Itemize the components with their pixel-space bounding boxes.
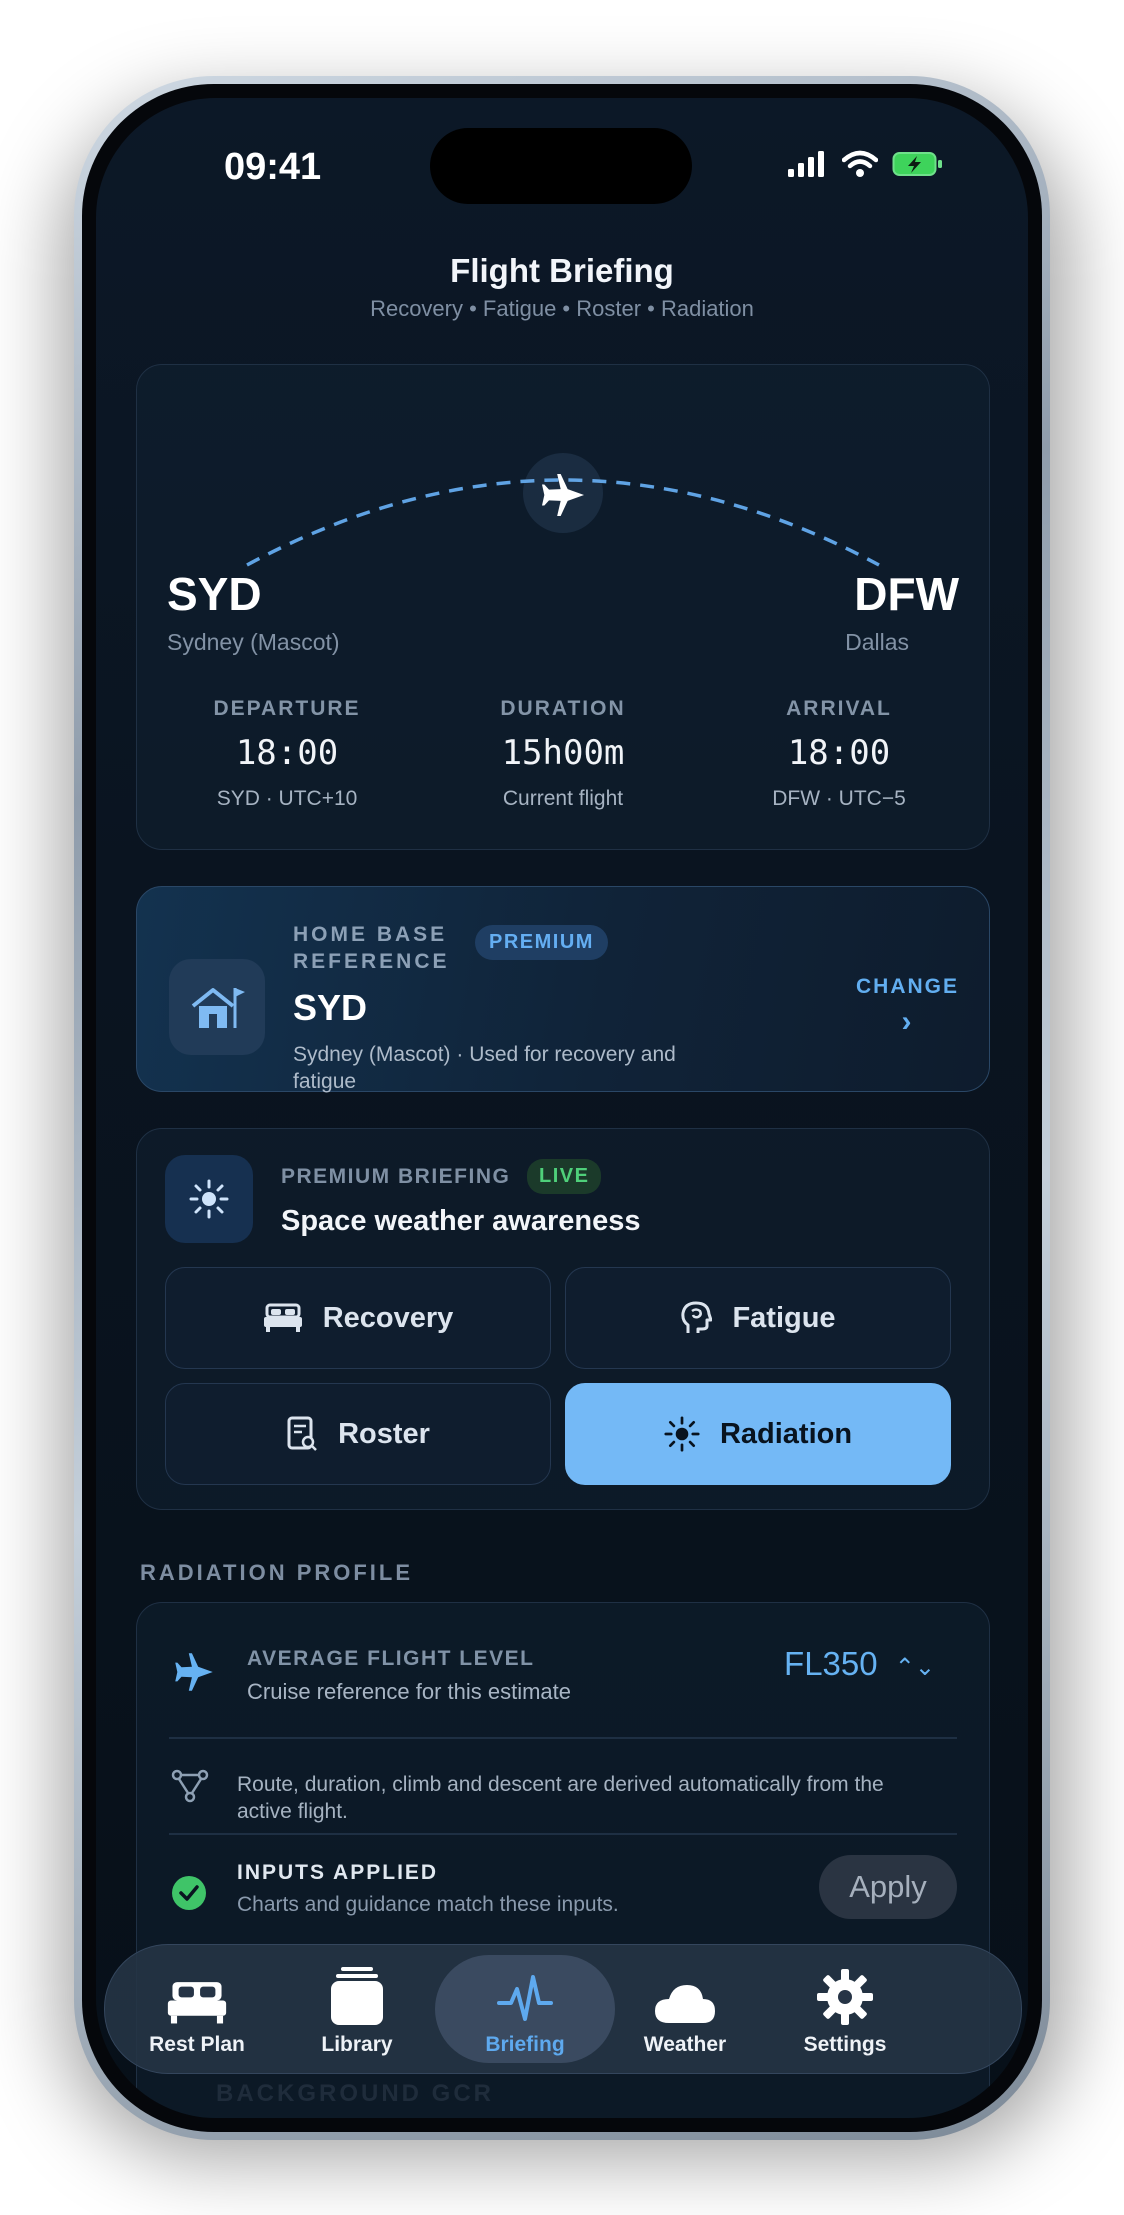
gear-icon [817,1969,873,2025]
flight-level-picker[interactable]: FL350 ⌃⌄ [784,1645,935,1683]
tab-roster[interactable]: Roster [165,1383,551,1485]
tabbar-label: Library [321,2033,393,2056]
premium-briefing-label: PREMIUM BRIEFING [281,1165,511,1188]
screen: 09:41 Flight Briefing Recovery • Fatigue… [96,98,1028,2118]
home-base-code: SYD [293,987,368,1028]
tabbar-item-library[interactable]: Library [277,1945,437,2073]
tab-recovery-label: Recovery [322,1301,454,1334]
arrival-note: DFW · UTC−5 [772,787,906,810]
inputs-applied-label: INPUTS APPLIED [237,1861,439,1884]
duration-note: Current flight [502,787,624,810]
home-flag-icon [191,988,245,1028]
departure-label: DEPARTURE [213,697,361,720]
tab-radiation-label: Radiation [719,1417,853,1450]
home-base-label: HOME BASE REFERENCE [293,921,450,975]
home-base-card[interactable]: HOME BASE REFERENCE PREMIUM SYD Sydney (… [136,886,990,1093]
departure-note: SYD · UTC+10 [216,787,358,810]
destination-city: Dallas [845,629,909,655]
home-base-label-line2: REFERENCE [293,950,450,973]
tabbar-label: Settings [803,2033,887,2056]
bed-icon [263,1303,302,1332]
home-base-icon-box [169,959,265,1055]
status-time: 09:41 [224,146,322,188]
chevron-right-icon: › [901,1005,914,1038]
sun-icon-box [165,1155,253,1243]
arrival-label: ARRIVAL [786,697,892,720]
tabbar-item-weather[interactable]: Weather [605,1945,765,2073]
tab-fatigue[interactable]: Fatigue [565,1267,951,1369]
airplane-icon [175,1653,213,1691]
tab-fatigue-label: Fatigue [732,1301,836,1334]
route-nodes-icon [171,1769,209,1803]
page-title: Flight Briefing [450,252,674,289]
route-note: Route, duration, climb and descent are d… [237,1773,884,1823]
briefing-title: Space weather awareness [281,1205,641,1237]
tab-roster-label: Roster [338,1417,430,1450]
tab-radiation[interactable]: Radiation [565,1383,951,1485]
departure-time: 18:00 [235,733,339,773]
origin-city: Sydney (Mascot) [167,629,340,655]
tab-recovery[interactable]: Recovery [165,1267,551,1369]
section-title-radiation-profile: RADIATION PROFILE [140,1560,414,1585]
arrival-time: 18:00 [787,733,891,773]
divider [169,1833,957,1835]
bed-icon [167,1982,227,2024]
apply-button[interactable]: Apply [819,1855,957,1919]
duration-value: 15h00m [501,733,625,773]
tabbar-label: Weather [643,2033,727,2056]
home-base-description: Sydney (Mascot) · Used for recovery and … [293,1043,676,1093]
tabbar-item-rest-plan[interactable]: Rest Plan [117,1945,277,2073]
arrival-column: ARRIVAL 18:00 DFW · UTC−5 [709,697,969,811]
departure-column: DEPARTURE 18:00 SYD · UTC+10 [157,697,417,811]
tabbar-item-briefing[interactable]: Briefing [445,1945,605,2073]
dynamic-island [430,128,692,204]
head-icon [681,1301,713,1333]
duration-label: DURATION [500,697,626,720]
tabbar-label: Briefing [485,2033,565,2056]
status-icons [788,150,944,178]
origin-code: SYD [167,568,262,620]
page-subtitle: Recovery • Fatigue • Roster • Radiation [370,296,754,321]
sun-icon [664,1416,700,1452]
change-label: CHANGE [855,975,959,998]
cloud-icon [655,1985,715,2023]
wifi-icon [842,150,878,177]
checkmark-circle-icon [172,1876,206,1910]
roster-icon [287,1416,317,1451]
sun-icon [189,1179,229,1219]
pulse-icon [497,1975,553,2021]
battery-charging-icon [892,152,942,176]
stack-icon [331,1967,383,2025]
home-base-label-line1: HOME BASE [293,923,448,946]
destination-code: DFW [854,568,959,620]
change-button[interactable]: CHANGE › [856,975,959,1039]
live-badge: LIVE [527,1159,602,1194]
tabbar-item-settings[interactable]: Settings [765,1945,925,2073]
signal-icon [788,151,824,177]
flight-level-subtitle: Cruise reference for this estimate [247,1679,572,1704]
divider [169,1737,957,1739]
premium-badge: PREMIUM [475,925,608,960]
duration-column: DURATION 15h00m Current flight [433,697,693,811]
inputs-applied-subtitle: Charts and guidance match these inputs. [237,1893,619,1916]
flight-level-label: AVERAGE FLIGHT LEVEL [247,1647,535,1670]
chevron-updown-icon: ⌃⌄ [894,1654,935,1681]
flight-card: SYD Sydney (Mascot) DFW Dallas DEPARTURE… [136,364,990,850]
flight-level-value: FL350 [784,1645,878,1682]
background-gcr-label: BACKGROUND GCR [216,2080,494,2107]
premium-briefing-card: PREMIUM BRIEFING LIVE Space weather awar… [136,1128,990,1510]
bottom-tab-bar: Rest Plan Library Briefing Weather Setti… [104,1944,1022,2074]
airplane-icon [542,474,584,516]
tabbar-label: Rest Plan [149,2033,245,2056]
